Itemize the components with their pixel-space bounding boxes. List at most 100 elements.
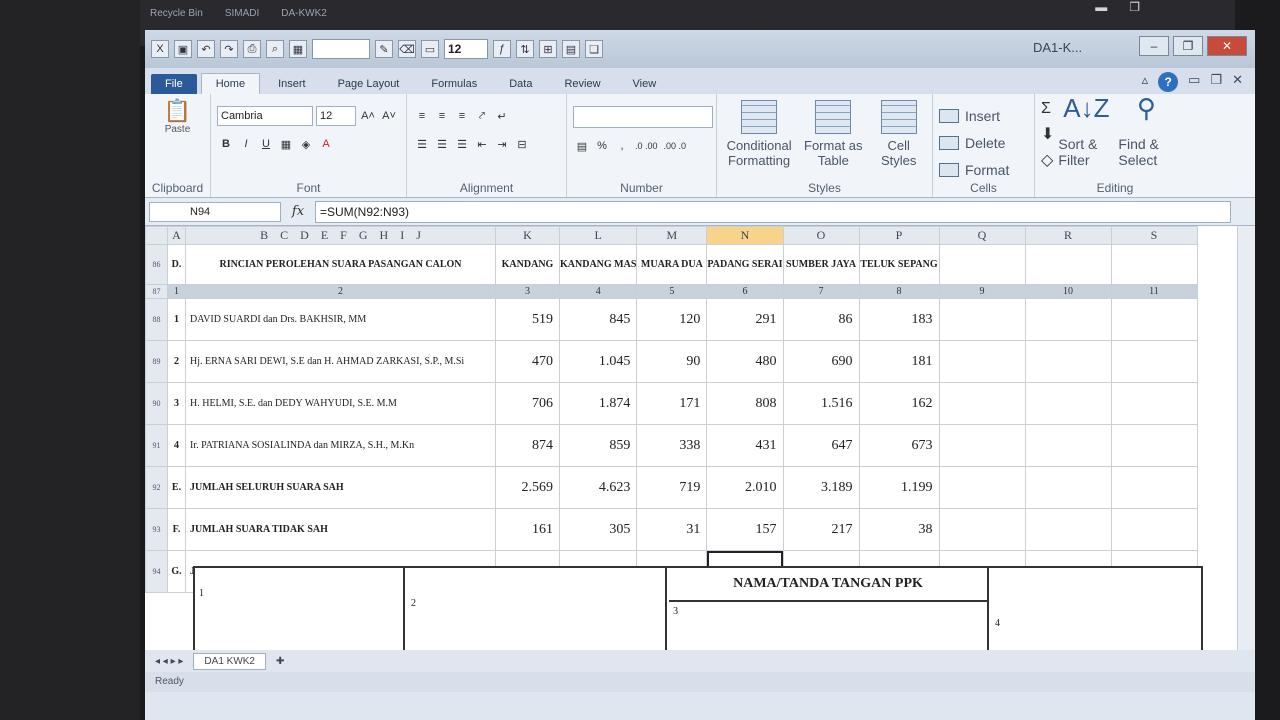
- row-header[interactable]: 93: [145, 508, 168, 551]
- redo-icon[interactable]: ↷: [220, 40, 238, 58]
- tab-page-layout[interactable]: Page Layout: [324, 74, 414, 94]
- signature-cell-1[interactable]: 1: [195, 568, 405, 650]
- bold-button[interactable]: B: [217, 134, 235, 154]
- border-icon[interactable]: ▭: [421, 40, 439, 58]
- number-format-combo[interactable]: [573, 106, 713, 128]
- shrink-font-icon[interactable]: A˅: [380, 106, 398, 126]
- index-cell[interactable]: 2: [185, 284, 496, 299]
- worksheet[interactable]: A B C D E F G H I J K L M N O P Q R S 86…: [145, 226, 1255, 650]
- print-icon[interactable]: ⎙: [243, 40, 261, 58]
- column-header-k[interactable]: K: [495, 226, 560, 245]
- row-header[interactable]: 90: [145, 382, 168, 425]
- insert-cells-button[interactable]: Insert: [939, 102, 1028, 129]
- cell[interactable]: [1110, 508, 1198, 551]
- increase-decimal-button[interactable]: .0 .00: [633, 136, 660, 156]
- align-middle-icon[interactable]: ≡: [433, 106, 451, 126]
- column-header-l[interactable]: L: [558, 226, 638, 245]
- vote-cell[interactable]: 161: [495, 508, 560, 551]
- vote-cell[interactable]: 1.199: [858, 466, 940, 509]
- index-cell[interactable]: 4: [558, 284, 638, 299]
- cell[interactable]: [1024, 340, 1112, 383]
- tab-review[interactable]: Review: [550, 74, 614, 94]
- eraser-icon[interactable]: ⌫: [398, 40, 416, 58]
- signature-cell-2[interactable]: 2: [407, 568, 667, 650]
- row-number-cell[interactable]: 1: [167, 298, 186, 341]
- merge-icon[interactable]: ⊞: [539, 40, 557, 58]
- chart-icon[interactable]: ▤: [562, 40, 580, 58]
- align-top-icon[interactable]: ≡: [413, 106, 431, 126]
- cell[interactable]: [938, 340, 1026, 383]
- vote-cell[interactable]: 719: [636, 466, 708, 509]
- vote-cell[interactable]: 338: [636, 424, 708, 467]
- vote-cell[interactable]: 874: [495, 424, 560, 467]
- vote-cell[interactable]: 90: [636, 340, 708, 383]
- comma-button[interactable]: ,: [613, 136, 631, 156]
- clear-icon[interactable]: ◇: [1041, 150, 1054, 170]
- vote-cell[interactable]: 673: [858, 424, 940, 467]
- cell[interactable]: [1110, 298, 1198, 341]
- row-header[interactable]: 86: [145, 244, 168, 285]
- indent-decrease-icon[interactable]: ⇤: [473, 134, 491, 154]
- cell[interactable]: [938, 466, 1026, 509]
- vote-cell[interactable]: 217: [782, 508, 860, 551]
- formula-input[interactable]: =SUM(N92:N93): [315, 200, 1231, 223]
- cell[interactable]: [1110, 466, 1198, 509]
- vote-cell[interactable]: 171: [636, 382, 708, 425]
- column-header-p[interactable]: P: [858, 226, 940, 245]
- row-number-cell[interactable]: 2: [167, 340, 186, 383]
- cell[interactable]: [938, 424, 1026, 467]
- row-header[interactable]: 92: [145, 466, 168, 509]
- vote-cell[interactable]: 1.045: [558, 340, 638, 383]
- vote-cell[interactable]: 690: [782, 340, 860, 383]
- fill-icon[interactable]: ⬇: [1041, 124, 1054, 144]
- vote-cell[interactable]: 808: [706, 382, 784, 425]
- restore-button[interactable]: ❐: [1173, 36, 1203, 56]
- tab-file[interactable]: File: [151, 74, 197, 94]
- signature-cell-3[interactable]: NAMA/TANDA TANGAN PPK 3: [669, 568, 989, 650]
- row-number-cell[interactable]: 3: [167, 382, 186, 425]
- grow-font-icon[interactable]: A˄: [359, 106, 377, 126]
- vote-cell[interactable]: 431: [706, 424, 784, 467]
- vote-cell[interactable]: 181: [858, 340, 940, 383]
- vote-cell[interactable]: 480: [706, 340, 784, 383]
- table-icon[interactable]: ▦: [289, 40, 307, 58]
- index-cell[interactable]: 10: [1024, 284, 1112, 299]
- header-no[interactable]: D.: [167, 244, 186, 285]
- column-header-s[interactable]: S: [1110, 226, 1198, 245]
- sheet-nav-icon[interactable]: ◂ ◂ ▸ ▸: [155, 656, 183, 667]
- candidate-name-cell[interactable]: JUMLAH SUARA TIDAK SAH: [185, 508, 496, 551]
- insert-function-icon[interactable]: fx: [287, 204, 309, 219]
- cell[interactable]: [1110, 244, 1198, 285]
- vote-cell[interactable]: 2.010: [706, 466, 784, 509]
- tab-insert[interactable]: Insert: [264, 74, 320, 94]
- name-box[interactable]: N94: [149, 201, 281, 222]
- sheet-tab[interactable]: DA1 KWK2: [193, 652, 266, 670]
- header-padang-serai[interactable]: PADANG SERAI: [706, 244, 784, 285]
- index-cell[interactable]: 1: [167, 284, 186, 299]
- vote-cell[interactable]: 706: [495, 382, 560, 425]
- candidate-name-cell[interactable]: H. HELMI, S.E. dan DEDY WAHYUDI, S.E. M.…: [185, 382, 496, 425]
- indent-increase-icon[interactable]: ⇥: [493, 134, 511, 154]
- header-sumber-jaya[interactable]: SUMBER JAYA: [782, 244, 860, 285]
- vertical-scrollbar[interactable]: [1237, 226, 1255, 650]
- align-left-icon[interactable]: ☰: [413, 134, 431, 154]
- cell[interactable]: [1024, 298, 1112, 341]
- select-all-corner[interactable]: [145, 226, 168, 245]
- italic-button[interactable]: I: [237, 134, 255, 154]
- undo-icon[interactable]: ↶: [197, 40, 215, 58]
- merge-center-icon[interactable]: ⊟: [513, 134, 531, 154]
- cell[interactable]: [1024, 382, 1112, 425]
- vote-cell[interactable]: 183: [858, 298, 940, 341]
- vote-cell[interactable]: 647: [782, 424, 860, 467]
- row-header[interactable]: 89: [145, 340, 168, 383]
- vote-cell[interactable]: 3.189: [782, 466, 860, 509]
- align-center-icon[interactable]: ☰: [433, 134, 451, 154]
- row-header[interactable]: 87: [145, 284, 168, 299]
- delete-cells-button[interactable]: Delete: [939, 129, 1028, 156]
- signature-cell-4[interactable]: 4: [991, 614, 1004, 633]
- vote-cell[interactable]: 38: [858, 508, 940, 551]
- tab-data[interactable]: Data: [495, 74, 546, 94]
- row-number-cell[interactable]: E.: [167, 466, 186, 509]
- vote-cell[interactable]: 519: [495, 298, 560, 341]
- autosum-button[interactable]: Σ: [1041, 100, 1054, 118]
